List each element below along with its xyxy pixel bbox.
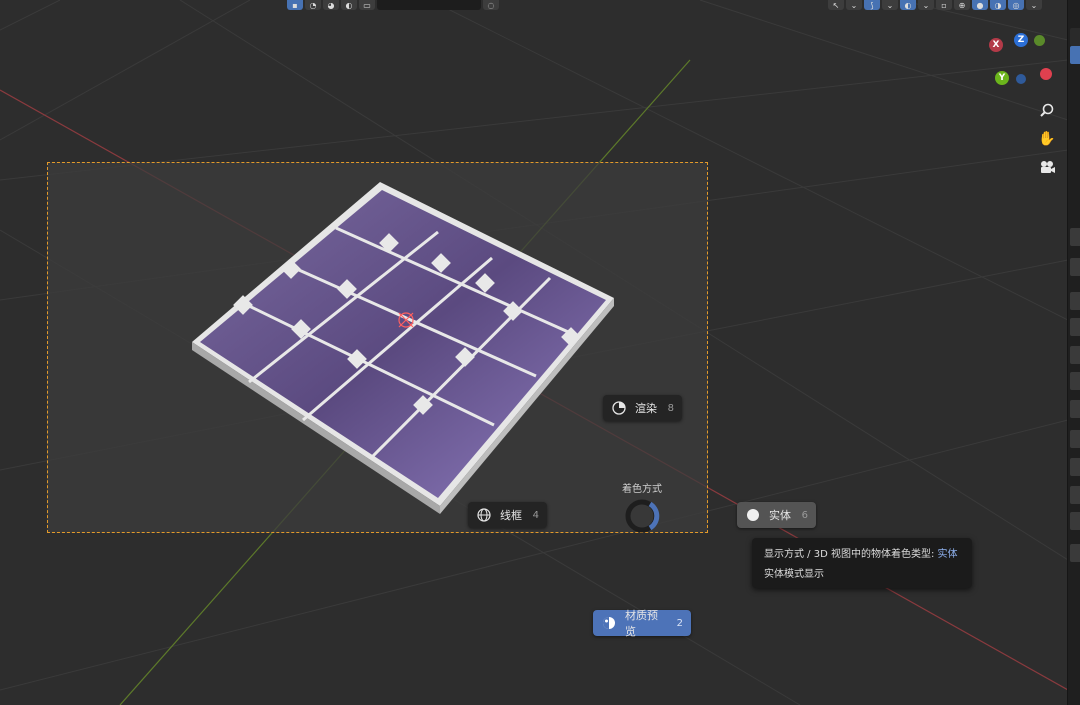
properties-tab-object[interactable]: [1070, 400, 1080, 418]
gizmo-neg-x-dot[interactable]: [1040, 68, 1052, 80]
solar-panel-object[interactable]: [0, 0, 1068, 705]
tooltip: 显示方式 / 3D 视图中的物体着色类型: 实体 实体模式显示: [752, 538, 972, 588]
pie-menu-title: 着色方式: [622, 484, 662, 495]
pie-item-solid[interactable]: 实体 6: [737, 502, 816, 528]
object-tool-button[interactable]: ◐: [341, 0, 357, 10]
properties-tab-render[interactable]: [1070, 258, 1080, 276]
properties-tab-active[interactable]: [1070, 46, 1080, 64]
dropdown-button[interactable]: ◌: [483, 0, 499, 10]
zoom-icon[interactable]: [1036, 99, 1058, 121]
gizmo-neg-y-dot[interactable]: [1034, 35, 1045, 46]
pie-item-rendered[interactable]: 渲染 8: [603, 395, 682, 421]
properties-tab-constraints[interactable]: [1070, 512, 1080, 530]
chevron-left-icon[interactable]: [1070, 28, 1080, 46]
properties-tab-view-layer[interactable]: [1070, 318, 1080, 336]
sphere-rendered-icon[interactable]: ◎: [1008, 0, 1024, 10]
search-input[interactable]: [377, 0, 481, 10]
xray-icon[interactable]: ▫: [936, 0, 952, 10]
pie-item-wireframe[interactable]: 线框 4: [468, 502, 547, 528]
properties-tab-tool[interactable]: [1070, 228, 1080, 246]
chevron-down-icon[interactable]: ⌄: [846, 0, 862, 10]
properties-tab-world[interactable]: [1070, 372, 1080, 390]
properties-tab-strip: [1067, 0, 1080, 705]
view-tool-button[interactable]: ◔: [305, 0, 321, 10]
snap-icon[interactable]: ⟆: [864, 0, 880, 10]
chevron-down-icon[interactable]: ⌄: [1026, 0, 1042, 10]
add-tool-button[interactable]: ▭: [359, 0, 375, 10]
gizmo-z-axis[interactable]: Z: [1014, 33, 1028, 47]
sphere-material-icon: [601, 615, 617, 631]
header-toolbar-left: ▪ ◔ ◕ ◐ ▭ ◌: [287, 0, 499, 10]
tooltip-line-1: 显示方式 / 3D 视图中的物体着色类型: 实体: [764, 549, 958, 560]
gizmo-y-axis[interactable]: Y: [995, 71, 1009, 85]
sphere-material-icon[interactable]: ◑: [990, 0, 1006, 10]
properties-tab-physics[interactable]: [1070, 486, 1080, 504]
sphere-solid-icon: [745, 507, 761, 523]
properties-tab-scene[interactable]: [1070, 346, 1080, 364]
pivot-icon[interactable]: ↖: [828, 0, 844, 10]
globe-wireframe-icon[interactable]: ⊕: [954, 0, 970, 10]
globe-wireframe-icon: [476, 507, 492, 523]
select-mode-button[interactable]: ▪: [287, 0, 303, 10]
3d-viewport[interactable]: ▪ ◔ ◕ ◐ ▭ ◌ ↖ ⌄ ⟆ ⌄ ◐ ⌄ ▫ ⊕ ● ◑ ◎ ⌄ X Z …: [0, 0, 1068, 705]
properties-tab-modifiers[interactable]: [1070, 430, 1080, 448]
chevron-down-icon[interactable]: ⌄: [918, 0, 934, 10]
hand-pan-icon[interactable]: ✋: [1036, 128, 1058, 150]
gizmo-x-axis[interactable]: X: [989, 38, 1003, 52]
overlay-icon[interactable]: ◐: [900, 0, 916, 10]
sphere-rendered-icon: [611, 400, 627, 416]
pie-direction-ring: [625, 499, 660, 533]
header-toolbar-right: ↖ ⌄ ⟆ ⌄ ◐ ⌄ ▫ ⊕ ● ◑ ◎ ⌄: [828, 0, 1042, 10]
tooltip-line-2: 实体模式显示: [764, 569, 824, 580]
properties-tab-output[interactable]: [1070, 292, 1080, 310]
gizmo-neg-z-dot[interactable]: [1016, 74, 1026, 84]
camera-icon[interactable]: [1036, 156, 1058, 178]
chevron-down-icon[interactable]: ⌄: [882, 0, 898, 10]
pie-item-material-preview[interactable]: 材质预览 2: [593, 609, 691, 638]
properties-tab-particles[interactable]: [1070, 458, 1080, 476]
collection-button[interactable]: ◕: [323, 0, 339, 10]
sphere-solid-icon[interactable]: ●: [972, 0, 988, 10]
properties-tab-data[interactable]: [1070, 544, 1080, 562]
